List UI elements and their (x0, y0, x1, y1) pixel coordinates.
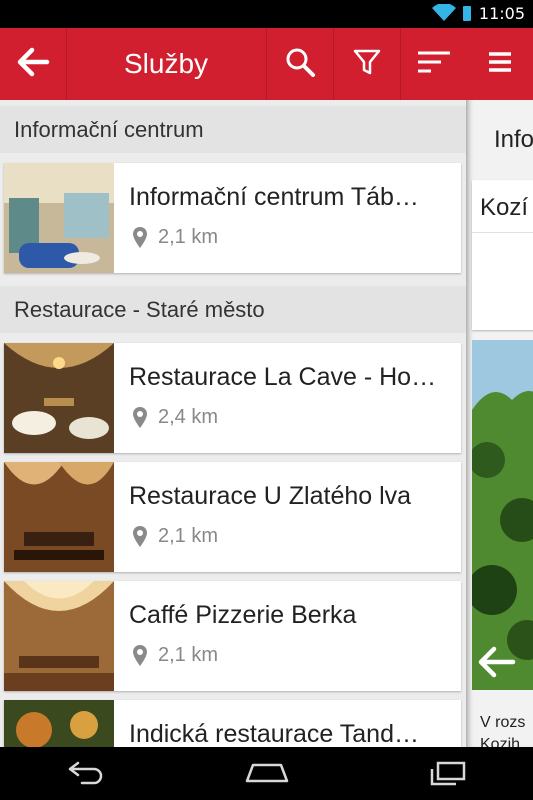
detail-panel[interactable]: Info Kozí V rozs Kozih (466, 28, 533, 747)
app-bar: Služby (0, 28, 466, 100)
item-thumbnail (4, 343, 114, 453)
photo-back-icon[interactable] (476, 645, 516, 683)
page-title: Služby (123, 48, 209, 79)
detail-header-text: Info (494, 126, 533, 153)
item-name: Restaurace U Zlatého lva (129, 482, 412, 510)
list-item[interactable]: Caffé Pizzerie Berka 2,1 km (4, 581, 461, 691)
detail-photo (472, 340, 533, 690)
item-thumbnail (4, 700, 114, 747)
item-name: Informační centrum Táb… (129, 183, 419, 211)
wifi-icon (432, 3, 456, 26)
status-bar: 11:05 (0, 0, 533, 28)
location-pin-icon (132, 525, 148, 553)
item-thumbnail (4, 462, 114, 572)
section-header: Restaurace - Staré město (0, 286, 466, 333)
sort-button[interactable] (401, 28, 466, 100)
section-header: Informační centrum (0, 106, 466, 153)
location-pin-icon (132, 226, 148, 254)
services-panel: Služby Informační centrum Informační cen… (0, 28, 466, 747)
nav-recents-icon[interactable] (428, 757, 468, 791)
divider (472, 232, 533, 233)
item-name: Indická restaurace Tand… (129, 720, 419, 747)
list-item[interactable]: Informační centrum Táb… 2,1 km (4, 163, 461, 273)
battery-icon (463, 6, 471, 21)
back-button[interactable] (0, 28, 66, 100)
list-item[interactable]: Restaurace U Zlatého lva 2,1 km (4, 462, 461, 572)
item-name: Restaurace La Cave - Ho… (129, 363, 437, 391)
search-button[interactable] (267, 28, 333, 100)
nav-back-icon[interactable] (66, 757, 106, 791)
item-thumbnail (4, 163, 114, 273)
item-distance: 2,1 km (158, 644, 219, 666)
detail-description-line: Kozih (480, 736, 521, 747)
search-icon (284, 46, 316, 82)
nav-home-icon[interactable] (244, 757, 290, 791)
list-item[interactable]: Indická restaurace Tand… (4, 700, 461, 747)
menu-icon (487, 51, 513, 77)
detail-card-title: Kozí (480, 194, 529, 221)
item-distance: 2,1 km (158, 226, 219, 248)
item-thumbnail (4, 581, 114, 691)
sort-icon (417, 50, 451, 78)
item-distance: 2,4 km (158, 406, 219, 428)
filter-icon (353, 48, 381, 80)
item-distance: 2,1 km (158, 525, 219, 547)
menu-button[interactable] (466, 28, 533, 100)
location-pin-icon (132, 644, 148, 672)
status-time: 11:05 (478, 4, 525, 23)
detail-title-card: Kozí (472, 180, 533, 330)
detail-description-line: V rozs (480, 714, 526, 731)
item-name: Caffé Pizzerie Berka (129, 601, 357, 629)
location-pin-icon (132, 406, 148, 434)
list-item[interactable]: Restaurace La Cave - Ho… 2,4 km (4, 343, 461, 453)
arrow-left-icon (16, 47, 50, 81)
system-nav-bar (0, 747, 533, 800)
filter-button[interactable] (334, 28, 400, 100)
